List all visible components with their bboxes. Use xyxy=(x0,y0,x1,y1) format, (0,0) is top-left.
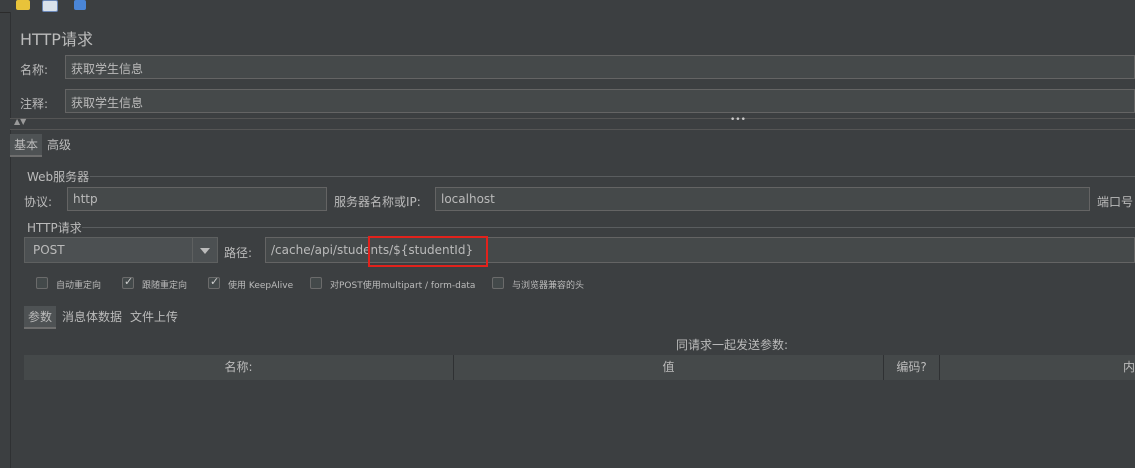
multipart-label: 对POST使用multipart / form-data xyxy=(330,281,476,291)
path-label: 路径: xyxy=(224,246,253,260)
column-header-encode[interactable]: 编码? xyxy=(884,355,940,380)
list-icon[interactable] xyxy=(42,0,58,12)
tab-file-upload[interactable]: 文件上传 xyxy=(126,306,182,327)
tab-basic[interactable]: 基本 xyxy=(10,134,43,157)
page-title: HTTP请求 xyxy=(20,30,93,49)
comment-label: 注释: xyxy=(20,97,49,111)
protocol-label: 协议: xyxy=(24,195,53,209)
name-label: 名称: xyxy=(20,63,49,77)
tab-body-data[interactable]: 消息体数据 xyxy=(58,306,126,327)
checkbox-follow-redirect[interactable] xyxy=(122,275,134,289)
info-icon[interactable] xyxy=(74,0,86,10)
web-server-border xyxy=(90,176,1135,177)
comment-field[interactable]: 获取学生信息 xyxy=(65,89,1135,113)
web-server-legend: Web服务器 xyxy=(27,170,90,184)
checkbox-browser-compatible[interactable] xyxy=(492,277,504,289)
split-divider[interactable]: ▲▼ ••• xyxy=(10,115,1135,130)
http-request-border xyxy=(82,227,1135,228)
auto-redirect-label: 自动重定向 xyxy=(56,281,102,291)
browser-compatible-label: 与浏览器兼容的头 xyxy=(512,281,585,291)
column-header-value[interactable]: 值 xyxy=(454,355,884,380)
checkbox-auto-redirect[interactable] xyxy=(36,277,48,289)
checkbox-multipart[interactable] xyxy=(310,277,322,289)
follow-redirect-label: 跟随重定向 xyxy=(142,281,188,291)
annotation-highlight-box xyxy=(368,236,488,267)
checkbox-keepalive[interactable] xyxy=(208,275,220,289)
collapse-arrows-icon[interactable]: ▲▼ xyxy=(14,117,26,126)
http-request-legend: HTTP请求 xyxy=(27,221,82,235)
tab-params[interactable]: 参数 xyxy=(24,306,57,329)
protocol-field[interactable]: http xyxy=(67,187,327,211)
params-caption: 同请求一起发送参数: xyxy=(676,338,789,352)
divider-handle[interactable]: ••• xyxy=(730,115,746,125)
server-field[interactable]: localhost xyxy=(435,187,1090,211)
method-select[interactable]: POST xyxy=(24,237,218,263)
server-label: 服务器名称或IP: xyxy=(334,195,421,209)
tag-icon[interactable] xyxy=(16,0,30,10)
name-field[interactable]: 获取学生信息 xyxy=(65,55,1135,79)
column-header-content-type[interactable]: 内 xyxy=(940,355,1135,380)
method-value: POST xyxy=(33,243,65,257)
column-header-name[interactable]: 名称: xyxy=(24,355,454,380)
tab-advanced[interactable]: 高级 xyxy=(43,134,75,155)
chevron-down-icon[interactable] xyxy=(192,238,217,262)
port-label: 端口号 xyxy=(1097,195,1134,209)
keepalive-label: 使用 KeepAlive xyxy=(228,281,294,291)
